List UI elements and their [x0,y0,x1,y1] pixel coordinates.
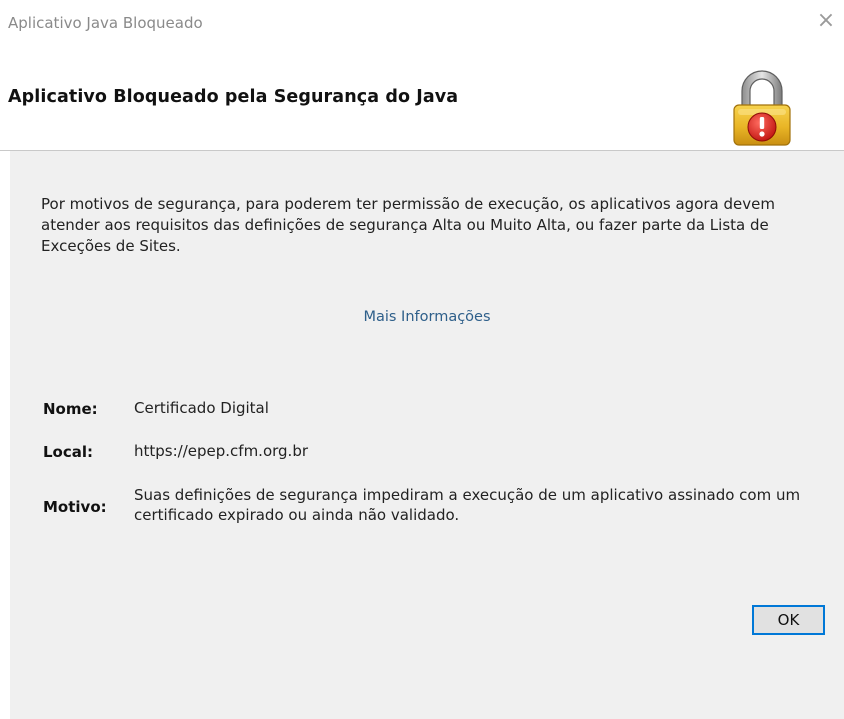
header-title: Aplicativo Bloqueado pela Segurança do J… [8,87,459,107]
padlock-warning-icon [733,70,791,146]
more-info-link[interactable]: Mais Informações [10,309,844,325]
location-label: Local: [43,443,94,461]
name-label: Nome: [43,400,98,418]
close-button[interactable]: × [808,6,844,36]
title-bar: Aplicativo Java Bloqueado × [0,0,844,42]
reason-value: Suas definições de segurança impediram a… [134,486,801,524]
name-value: Certificado Digital [134,399,269,417]
location-value: https://epep.cfm.org.br [134,442,309,460]
dialog-header: Aplicativo Bloqueado pela Segurança do J… [0,42,844,151]
window-title: Aplicativo Java Bloqueado [8,14,203,32]
reason-label: Motivo: [43,498,107,516]
ok-button[interactable]: OK [752,605,825,635]
security-message: Por motivos de segurança, para poderem t… [41,195,775,255]
java-blocked-dialog: Aplicativo Java Bloqueado × Aplicativo B… [0,0,844,719]
dialog-content: Por motivos de segurança, para poderem t… [10,151,844,719]
